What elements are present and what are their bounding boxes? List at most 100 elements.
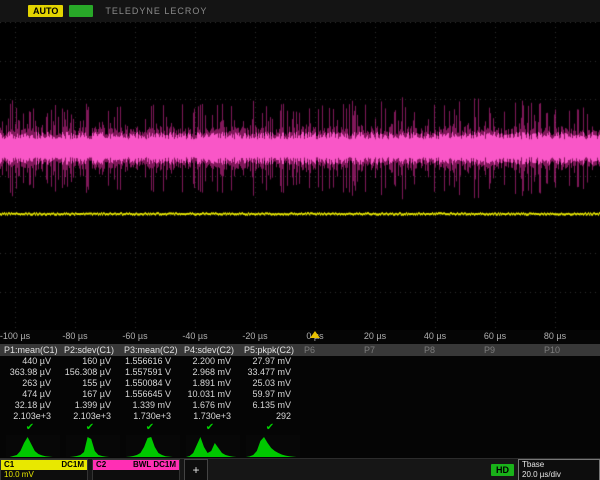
measure-column-header[interactable]: P3:mean(C2) bbox=[120, 344, 180, 356]
measure-value: 263 µV bbox=[0, 378, 60, 389]
measure-status-check bbox=[300, 422, 360, 433]
measure-value: 1.556645 V bbox=[120, 389, 180, 400]
measure-value bbox=[540, 367, 600, 378]
histicon bbox=[246, 435, 300, 457]
measure-value bbox=[480, 411, 540, 422]
measure-column-header[interactable]: P2:sdev(C1) bbox=[60, 344, 120, 356]
measure-status-check bbox=[540, 422, 600, 433]
channel-c2-header: C2 BWL DC1M bbox=[93, 460, 179, 470]
measure-status-check bbox=[480, 422, 540, 433]
measure-value: 6.135 mV bbox=[240, 400, 300, 411]
measure-value bbox=[360, 389, 420, 400]
measure-column-header[interactable]: P5:pkpk(C2) bbox=[240, 344, 300, 356]
time-axis: -100 µs-80 µs-60 µs-40 µs-20 µs0 µs20 µs… bbox=[0, 330, 600, 343]
measurement-histicons bbox=[0, 434, 600, 458]
measure-value: 27.97 mV bbox=[240, 356, 300, 367]
trigger-mode-badge: AUTO bbox=[28, 5, 63, 17]
measure-value: 25.03 mV bbox=[240, 378, 300, 389]
measure-value: 474 µV bbox=[0, 389, 60, 400]
measure-value: 1.557591 V bbox=[120, 367, 180, 378]
measure-value: 160 µV bbox=[60, 356, 120, 367]
measure-value: 363.98 µV bbox=[0, 367, 60, 378]
measure-column-header[interactable]: P4:sdev(C2) bbox=[180, 344, 240, 356]
measure-value: 292 bbox=[240, 411, 300, 422]
time-axis-label: 20 µs bbox=[364, 331, 386, 341]
channel-c2-scale bbox=[93, 470, 179, 480]
bottom-bar: C1 DC1M 10.0 mV C2 BWL DC1M + HD Tbase 2… bbox=[0, 458, 600, 480]
measure-value: 1.730e+3 bbox=[180, 411, 240, 422]
measure-status-check: ✔ bbox=[0, 422, 60, 433]
measure-value bbox=[300, 400, 360, 411]
channel-descriptor-c1[interactable]: C1 DC1M 10.0 mV bbox=[0, 459, 88, 480]
oscilloscope-screen: AUTO TELEDYNE LECROY -100 µs-80 µs-60 µs… bbox=[0, 0, 600, 480]
measure-value bbox=[300, 411, 360, 422]
channel-c1-coupling: DC1M bbox=[61, 460, 84, 470]
time-axis-label: 40 µs bbox=[424, 331, 446, 341]
measure-value bbox=[360, 378, 420, 389]
measure-value bbox=[300, 389, 360, 400]
measure-value bbox=[540, 356, 600, 367]
measure-value bbox=[420, 378, 480, 389]
measure-status-check: ✔ bbox=[240, 422, 300, 433]
histicon bbox=[6, 435, 60, 457]
measure-value bbox=[360, 411, 420, 422]
measure-status-check: ✔ bbox=[180, 422, 240, 433]
measure-value bbox=[300, 367, 360, 378]
time-axis-label: -60 µs bbox=[122, 331, 147, 341]
measure-value: 59.97 mV bbox=[240, 389, 300, 400]
measure-status-check bbox=[420, 422, 480, 433]
channel-c2-id: C2 bbox=[96, 460, 106, 470]
timebase-descriptor[interactable]: Tbase 20.0 µs/div bbox=[518, 459, 600, 480]
add-trace-button[interactable]: + bbox=[184, 459, 208, 480]
measure-value bbox=[540, 411, 600, 422]
histicon bbox=[66, 435, 120, 457]
measure-value: 1.339 mV bbox=[120, 400, 180, 411]
trigger-time-marker[interactable] bbox=[310, 331, 320, 338]
measure-value: 167 µV bbox=[60, 389, 120, 400]
measure-column-header: P6 bbox=[300, 344, 360, 356]
measure-status-check: ✔ bbox=[120, 422, 180, 433]
measure-value: 1.399 µV bbox=[60, 400, 120, 411]
measure-value: 2.968 mV bbox=[180, 367, 240, 378]
measure-value bbox=[420, 411, 480, 422]
measure-value bbox=[420, 356, 480, 367]
measure-value bbox=[480, 400, 540, 411]
time-axis-label: -100 µs bbox=[0, 331, 30, 341]
measure-value: 1.556616 V bbox=[120, 356, 180, 367]
channel-descriptor-c2[interactable]: C2 BWL DC1M bbox=[92, 459, 180, 480]
channel-c1-id: C1 bbox=[4, 460, 14, 470]
measure-value: 440 µV bbox=[0, 356, 60, 367]
measure-value: 2.103e+3 bbox=[60, 411, 120, 422]
measure-value bbox=[420, 367, 480, 378]
measure-value bbox=[300, 378, 360, 389]
measure-value bbox=[480, 378, 540, 389]
measure-value bbox=[360, 356, 420, 367]
time-axis-label: -20 µs bbox=[242, 331, 267, 341]
measure-value: 155 µV bbox=[60, 378, 120, 389]
measure-value: 1.676 mV bbox=[180, 400, 240, 411]
measure-value: 2.200 mV bbox=[180, 356, 240, 367]
measure-column-header[interactable]: P1:mean(C1) bbox=[0, 344, 60, 356]
hd-badge: HD bbox=[491, 464, 514, 476]
measure-value bbox=[360, 367, 420, 378]
histicon bbox=[186, 435, 240, 457]
measure-value bbox=[480, 367, 540, 378]
measure-column-header: P9 bbox=[480, 344, 540, 356]
measure-value bbox=[540, 400, 600, 411]
measure-value bbox=[480, 356, 540, 367]
measure-status-check bbox=[360, 422, 420, 433]
measure-value: 33.477 mV bbox=[240, 367, 300, 378]
channel-c2-coupling: BWL DC1M bbox=[133, 460, 176, 470]
measure-value: 1.730e+3 bbox=[120, 411, 180, 422]
measure-value bbox=[480, 389, 540, 400]
measure-column-header: P8 bbox=[420, 344, 480, 356]
brand-text: TELEDYNE LECROY bbox=[105, 6, 207, 16]
measure-column-header: P7 bbox=[360, 344, 420, 356]
waveform-grid bbox=[0, 22, 600, 330]
bottom-bar-spacer bbox=[212, 459, 491, 480]
measure-value bbox=[360, 400, 420, 411]
measure-value: 156.308 µV bbox=[60, 367, 120, 378]
measure-value bbox=[540, 378, 600, 389]
measure-value: 1.550084 V bbox=[120, 378, 180, 389]
channel-c1-scale: 10.0 mV bbox=[1, 470, 87, 480]
